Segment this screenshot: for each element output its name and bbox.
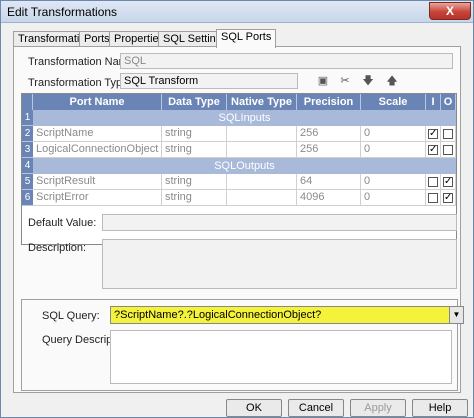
chevron-down-icon[interactable]: ▼: [449, 306, 464, 324]
description-field[interactable]: [102, 239, 457, 289]
transformation-type-label: Transformation Type:: [28, 77, 132, 89]
col-native-type[interactable]: Native Type: [227, 94, 297, 110]
apply-button[interactable]: Apply: [350, 399, 406, 417]
group-header-sqloutputs: SQLOutputs: [33, 158, 456, 174]
data-type-cell[interactable]: string: [162, 126, 227, 142]
output-checkbox[interactable]: [443, 129, 453, 139]
cancel-button[interactable]: Cancel: [288, 399, 344, 417]
output-checkbox[interactable]: ✓: [443, 193, 453, 203]
scale-cell[interactable]: 0: [361, 174, 426, 190]
precision-cell[interactable]: 64: [297, 174, 361, 190]
row-number: 6: [22, 190, 33, 206]
group-header-sqlinputs: SQLInputs: [33, 110, 456, 126]
data-type-cell[interactable]: string: [162, 142, 227, 158]
help-button[interactable]: Help: [412, 399, 468, 417]
move-down-icon[interactable]: 🡇: [361, 74, 375, 88]
sql-ports-panel: Transformation Name: SQL Transformation …: [13, 46, 464, 393]
col-data-type[interactable]: Data Type: [162, 94, 227, 110]
native-type-cell[interactable]: [227, 174, 297, 190]
grid-corner: [22, 94, 33, 110]
port-name-cell[interactable]: ScriptError: [33, 190, 162, 206]
move-up-icon[interactable]: 🡅: [385, 74, 399, 88]
native-type-cell[interactable]: [227, 142, 297, 158]
cut-icon[interactable]: ✂: [338, 74, 352, 88]
output-checkbox[interactable]: [443, 145, 453, 155]
sql-query-label: SQL Query:: [42, 310, 100, 322]
description-label: Description:: [28, 242, 87, 254]
precision-cell[interactable]: 256: [297, 126, 361, 142]
ok-button[interactable]: OK: [226, 399, 282, 417]
col-port-name[interactable]: Port Name: [33, 94, 162, 110]
table-row[interactable]: 6 ScriptError string 4096 0 ✓: [22, 190, 456, 206]
scale-cell[interactable]: 0: [361, 142, 426, 158]
row-number: 4: [22, 158, 33, 174]
table-row[interactable]: 4 SQLOutputs: [22, 158, 456, 174]
input-checkbox[interactable]: [428, 193, 438, 203]
col-scale[interactable]: Scale: [361, 94, 426, 110]
default-value-label: Default Value:: [28, 217, 97, 229]
query-description-field[interactable]: [110, 330, 452, 384]
data-type-cell[interactable]: string: [162, 174, 227, 190]
table-row[interactable]: 5 ScriptResult string 64 0 ✓: [22, 174, 456, 190]
new-port-icon[interactable]: ▣: [316, 74, 330, 88]
table-row[interactable]: 1 SQLInputs: [22, 110, 456, 126]
sql-query-group: SQL Query: ?ScriptName?.?LogicalConnecti…: [21, 299, 464, 391]
row-number: 5: [22, 174, 33, 190]
close-button[interactable]: X: [429, 2, 471, 20]
input-checkbox[interactable]: ✓: [428, 129, 438, 139]
native-type-cell[interactable]: [227, 126, 297, 142]
col-input[interactable]: I: [426, 94, 441, 110]
port-name-cell[interactable]: ScriptName: [33, 126, 162, 142]
table-row[interactable]: 2 ScriptName string 256 0 ✓: [22, 126, 456, 142]
output-checkbox[interactable]: ✓: [443, 177, 453, 187]
transformation-type-field: SQL Transform: [120, 73, 298, 89]
precision-cell[interactable]: 4096: [297, 190, 361, 206]
precision-cell[interactable]: 256: [297, 142, 361, 158]
port-name-cell[interactable]: LogicalConnectionObject: [33, 142, 162, 158]
row-number: 1: [22, 110, 33, 126]
col-output[interactable]: O: [441, 94, 456, 110]
default-value-field[interactable]: [102, 214, 457, 231]
native-type-cell[interactable]: [227, 190, 297, 206]
transformation-name-field[interactable]: SQL: [120, 53, 453, 69]
tab-sql-ports[interactable]: SQL Ports: [216, 29, 277, 48]
row-number: 3: [22, 142, 33, 158]
input-checkbox[interactable]: [428, 177, 438, 187]
row-number: 2: [22, 126, 33, 142]
scale-cell[interactable]: 0: [361, 190, 426, 206]
scale-cell[interactable]: 0: [361, 126, 426, 142]
sql-query-input[interactable]: ?ScriptName?.?LogicalConnectionObject?: [110, 306, 452, 324]
window-title: Edit Transformations: [7, 5, 118, 19]
data-type-cell[interactable]: string: [162, 190, 227, 206]
port-name-cell[interactable]: ScriptResult: [33, 174, 162, 190]
col-precision[interactable]: Precision: [297, 94, 361, 110]
title-bar[interactable]: Edit Transformations X: [1, 1, 473, 23]
edit-transformations-dialog: Edit Transformations X Transformation Po…: [0, 0, 474, 418]
table-row[interactable]: 3 LogicalConnectionObject string 256 0 ✓: [22, 142, 456, 158]
input-checkbox[interactable]: ✓: [428, 145, 438, 155]
